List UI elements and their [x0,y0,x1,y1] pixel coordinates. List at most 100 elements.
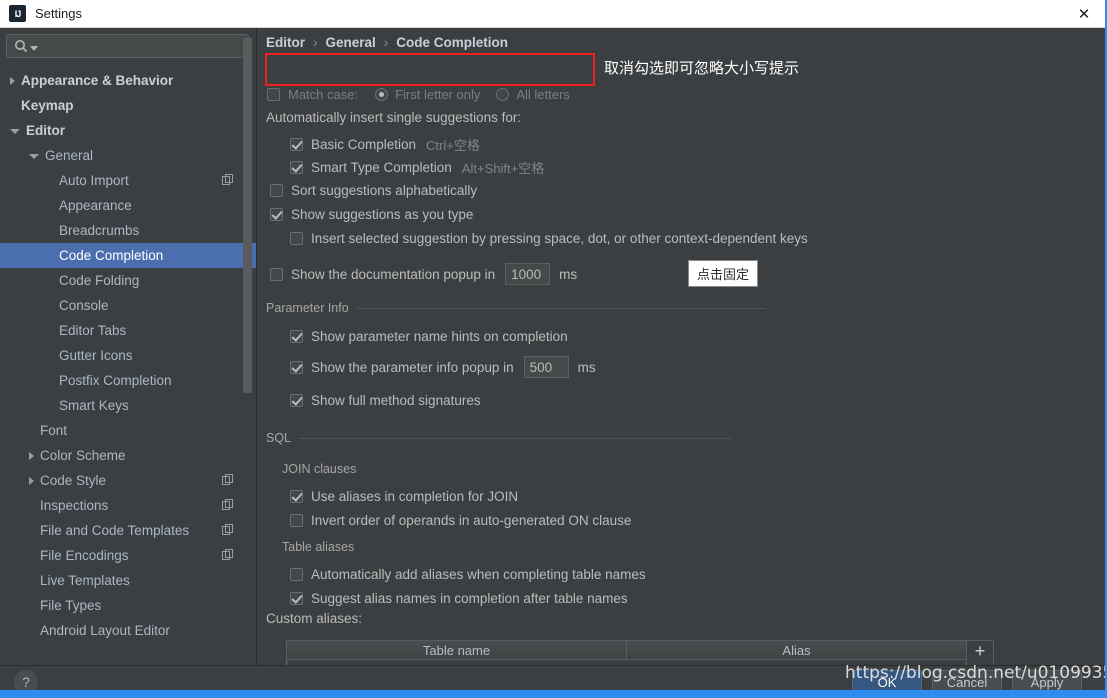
sort-alphabetically-row[interactable]: Sort suggestions alphabetically [270,179,477,201]
taskbar-strip [0,690,1105,698]
show-as-you-type-row[interactable]: Show suggestions as you type [270,203,473,225]
chevron-down-icon[interactable] [10,129,20,134]
sidebar-item-label: Live Templates [40,573,130,588]
sidebar-item-live-templates[interactable]: Live Templates [0,568,256,593]
add-alias-button[interactable]: + [966,641,993,665]
sort-alphabetically-checkbox[interactable] [270,183,283,197]
copy-icon[interactable] [222,549,234,561]
invert-operands-row[interactable]: Invert order of operands in auto-generat… [290,509,631,531]
sidebar-item-label: Editor [26,123,65,138]
basic-completion-checkbox[interactable] [290,137,303,151]
full-signatures-checkbox[interactable] [290,393,303,407]
use-aliases-join-label: Use aliases in completion for JOIN [311,488,519,504]
title-bar: Settings ✕ [0,0,1105,28]
pin-tooltip[interactable]: 点击固定 [688,260,759,287]
join-clauses-header: JOIN clauses [282,462,357,476]
sidebar-scrollbar-thumb[interactable] [243,38,252,393]
window-title: Settings [35,6,82,21]
chevron-down-icon[interactable] [30,45,39,54]
copy-icon[interactable] [222,174,234,186]
all-letters-radio[interactable] [496,88,510,101]
auto-add-aliases-checkbox[interactable] [290,567,303,581]
sidebar-item-android-layout-editor[interactable]: Android Layout Editor [0,618,256,643]
breadcrumb-part-general[interactable]: General [326,35,376,50]
sidebar-item-code-folding[interactable]: Code Folding [0,268,256,293]
suggest-alias-names-checkbox[interactable] [290,591,303,605]
match-case-checkbox[interactable] [267,88,280,101]
doc-popup-row[interactable]: Show the documentation popup in 1000 ms [270,263,577,285]
match-case-label: Match case: [288,87,359,102]
doc-popup-delay-input[interactable]: 1000 [505,263,551,285]
sidebar-item-editor-tabs[interactable]: Editor Tabs [0,318,256,343]
copy-icon[interactable] [222,474,234,486]
insert-selected-checkbox[interactable] [290,231,303,245]
custom-aliases-label: Custom aliases: [266,611,363,626]
sidebar-item-appearance[interactable]: Appearance [0,193,256,218]
sidebar-item-general[interactable]: General [0,143,256,168]
close-icon[interactable]: ✕ [1061,0,1105,27]
sidebar-item-code-completion[interactable]: Code Completion [0,243,256,268]
param-hints-row[interactable]: Show parameter name hints on completion [290,325,568,347]
suggest-alias-names-row[interactable]: Suggest alias names in completion after … [290,587,628,609]
sidebar-item-label: Smart Keys [59,398,129,413]
sidebar-item-file-types[interactable]: File Types [0,593,256,618]
sidebar-item-inspections[interactable]: Inspections [0,493,256,518]
sidebar-item-label: File Types [40,598,102,613]
copy-icon[interactable] [222,499,234,511]
sidebar-item-keymap[interactable]: Keymap [0,93,256,118]
sidebar-item-color-scheme[interactable]: Color Scheme [0,443,256,468]
param-popup-label: Show the parameter info popup in [311,359,514,375]
show-as-you-type-label: Show suggestions as you type [291,206,474,222]
sidebar-item-breadcrumbs[interactable]: Breadcrumbs [0,218,256,243]
doc-popup-checkbox[interactable] [270,267,283,281]
settings-content-panel: Editor › General › Code Completion Match… [258,28,1105,665]
invert-operands-checkbox[interactable] [290,513,303,527]
use-aliases-join-row[interactable]: Use aliases in completion for JOIN [290,485,518,507]
show-as-you-type-checkbox[interactable] [270,207,283,221]
breadcrumb-part-editor[interactable]: Editor [266,35,305,50]
smart-type-completion-checkbox[interactable] [290,160,303,174]
insert-selected-row[interactable]: Insert selected suggestion by pressing s… [290,227,808,249]
sidebar-item-label: Code Style [40,473,107,488]
search-icon [15,39,28,52]
column-header-table-name[interactable]: Table name [287,641,627,660]
copy-icon[interactable] [222,524,234,536]
sidebar-item-smart-keys[interactable]: Smart Keys [0,393,256,418]
chevron-right-icon[interactable] [29,476,34,485]
chevron-down-icon[interactable] [29,154,39,159]
use-aliases-join-checkbox[interactable] [290,489,303,503]
sidebar-item-auto-import[interactable]: Auto Import [0,168,256,193]
first-letter-only-radio[interactable] [375,88,389,101]
sidebar-item-label: Console [59,298,109,313]
table-aliases-header: Table aliases [282,540,355,554]
column-header-alias[interactable]: Alias [627,641,966,660]
auto-add-aliases-row[interactable]: Automatically add aliases when completin… [290,563,646,585]
param-popup-row[interactable]: Show the parameter info popup in 500 ms [290,356,596,378]
parameter-info-section-header: Parameter Info [266,301,766,315]
custom-aliases-table: Table name Alias + [286,640,994,665]
sidebar-item-file-encodings[interactable]: File Encodings [0,543,256,568]
sidebar-item-file-and-code-templates[interactable]: File and Code Templates [0,518,256,543]
sidebar-item-editor[interactable]: Editor [0,118,256,143]
chevron-right-icon[interactable] [29,451,34,460]
sidebar-item-postfix-completion[interactable]: Postfix Completion [0,368,256,393]
param-popup-delay-input[interactable]: 500 [523,356,569,378]
search-wrap [0,28,256,58]
smart-type-completion-row[interactable]: Smart Type Completion Alt+Shift+空格 [290,156,544,178]
sidebar-item-label: Editor Tabs [59,323,127,338]
sidebar-item-code-style[interactable]: Code Style [0,468,256,493]
param-popup-checkbox[interactable] [290,360,303,374]
chevron-right-icon[interactable] [10,76,15,85]
watermark: https://blog.csdn.net/u010993514 [845,663,1107,683]
sidebar-item-font[interactable]: Font [0,418,256,443]
basic-completion-row[interactable]: Basic Completion Ctrl+空格 [290,133,480,155]
search-input[interactable] [6,34,249,58]
sidebar-item-gutter-icons[interactable]: Gutter Icons [0,343,256,368]
full-signatures-row[interactable]: Show full method signatures [290,389,481,411]
param-hints-checkbox[interactable] [290,329,303,343]
sidebar-item-label: Postfix Completion [59,373,172,388]
sidebar-item-appearance-behavior[interactable]: Appearance & Behavior [0,68,256,93]
sidebar-item-console[interactable]: Console [0,293,256,318]
match-case-row: Match case: First letter only All letter… [267,87,570,102]
basic-completion-shortcut: Ctrl+空格 [426,137,480,153]
